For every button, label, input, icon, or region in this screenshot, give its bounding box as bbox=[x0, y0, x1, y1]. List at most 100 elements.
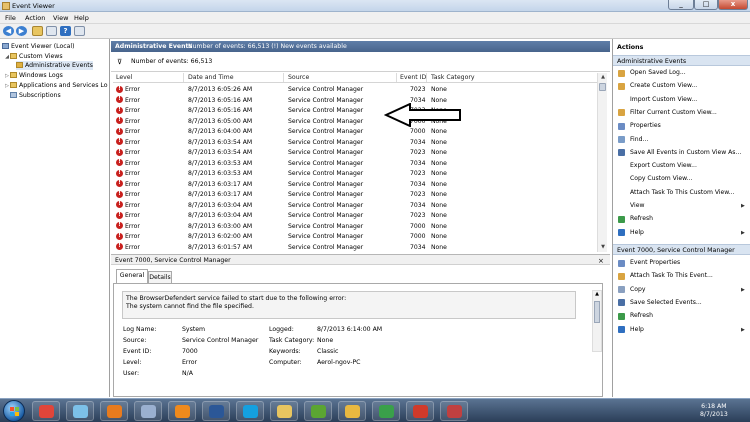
vlc-app[interactable] bbox=[168, 401, 196, 421]
action-open-saved-log[interactable]: Open Saved Log... bbox=[613, 68, 750, 78]
forward-icon[interactable]: ▶ bbox=[16, 26, 27, 36]
firefox-app[interactable] bbox=[100, 401, 128, 421]
action-properties[interactable]: Properties bbox=[613, 121, 750, 131]
action-help[interactable]: Help ▶ bbox=[613, 325, 750, 335]
table-row[interactable]: ! Error 8/7/2013 6:03:17 AM Service Control… bbox=[113, 179, 597, 190]
table-row[interactable]: ! Error 8/7/2013 6:03:53 AM Service Control… bbox=[113, 158, 597, 169]
explorer-app[interactable] bbox=[270, 401, 298, 421]
sticky-notes-app[interactable] bbox=[66, 401, 94, 421]
menu-help[interactable]: Help bbox=[74, 14, 89, 22]
table-row[interactable]: ! Error 8/7/2013 6:05:26 AM Service Control… bbox=[113, 84, 597, 95]
table-row[interactable]: ! Error 8/7/2013 6:05:00 AM Service Control… bbox=[113, 116, 597, 127]
action-refresh[interactable]: Refresh bbox=[613, 311, 750, 321]
action-export-custom-view[interactable]: Export Custom View... bbox=[613, 161, 750, 171]
minimize-button[interactable]: _ bbox=[668, 0, 694, 10]
table-row[interactable]: ! Error 8/7/2013 6:03:17 AM Service Control… bbox=[113, 189, 597, 200]
action-import-custom-view[interactable]: Import Custom View... bbox=[613, 95, 750, 105]
toolbox-app[interactable] bbox=[440, 401, 468, 421]
filter-icon bbox=[618, 109, 625, 117]
detail-scroll-thumb[interactable] bbox=[594, 301, 600, 323]
column-date-time[interactable]: Date and Time bbox=[188, 74, 234, 81]
tree-item-windows-logs[interactable]: ▷ Windows Logs bbox=[4, 71, 63, 80]
table-row[interactable]: ! Error 8/7/2013 6:03:00 AM Service Control… bbox=[113, 221, 597, 232]
properties-icon[interactable] bbox=[46, 26, 57, 36]
cell-event-id: 7000 bbox=[410, 222, 426, 230]
actions-section-event[interactable]: Event 7000, Service Control Manager bbox=[613, 244, 750, 255]
action-save-all-events-in-custom-view-as[interactable]: Save All Events in Custom View As... bbox=[613, 148, 750, 158]
table-row[interactable]: ! Error 8/7/2013 6:02:00 AM Service Control… bbox=[113, 231, 597, 242]
action-view[interactable]: View ▶ bbox=[613, 201, 750, 211]
scroll-up-arrow[interactable]: ▲ bbox=[598, 73, 608, 82]
action-attach-task-to-this-event[interactable]: Attach Task To This Event... bbox=[613, 271, 750, 281]
action-help[interactable]: Help ▶ bbox=[613, 228, 750, 238]
scroll-thumb[interactable] bbox=[599, 83, 606, 91]
detail-scroll-up-arrow[interactable]: ▲ bbox=[593, 291, 601, 299]
scroll-down-arrow[interactable]: ▼ bbox=[598, 243, 608, 252]
system-clock[interactable]: 6:18 AM 8/7/2013 bbox=[700, 403, 728, 419]
action-label: View bbox=[630, 202, 645, 209]
tree-item-event-viewer-local[interactable]: Event Viewer (Local) bbox=[2, 42, 75, 51]
error-icon: ! bbox=[116, 138, 123, 145]
event-list-scrollbar[interactable]: ▲ ▼ bbox=[597, 73, 607, 252]
tree-item-custom-views[interactable]: ◢ Custom Views bbox=[4, 52, 63, 61]
chrome-app[interactable] bbox=[32, 401, 60, 421]
network-app[interactable] bbox=[134, 401, 162, 421]
column-source[interactable]: Source bbox=[288, 74, 309, 81]
utorrent-app[interactable] bbox=[304, 401, 332, 421]
start-button[interactable] bbox=[3, 400, 25, 422]
title-bar[interactable]: Event Viewer _ □ x bbox=[0, 0, 750, 12]
action-filter-current-custom-view[interactable]: Filter Current Custom View... bbox=[613, 108, 750, 118]
action-attach-task-to-this-custom-view[interactable]: Attach Task To This Custom View... bbox=[613, 188, 750, 198]
action-copy-custom-view[interactable]: Copy Custom View... bbox=[613, 174, 750, 184]
tree-item-subscriptions[interactable]: Subscriptions bbox=[10, 91, 61, 100]
table-row[interactable]: ! Error 8/7/2013 6:04:00 AM Service Control… bbox=[113, 126, 597, 137]
maximize-button[interactable]: □ bbox=[694, 0, 718, 10]
menu-view[interactable]: View bbox=[53, 14, 68, 22]
column-task-category[interactable]: Task Category bbox=[431, 74, 475, 81]
action-refresh[interactable]: Refresh bbox=[613, 214, 750, 224]
skype-app[interactable] bbox=[236, 401, 264, 421]
error-icon: ! bbox=[116, 148, 123, 156]
cell-task-category: None bbox=[431, 191, 447, 198]
cell-task-category: None bbox=[431, 159, 447, 167]
tab-details[interactable]: Details bbox=[148, 271, 172, 283]
vlc-app-icon bbox=[175, 405, 190, 418]
export-icon bbox=[618, 163, 625, 170]
back-icon[interactable]: ◀ bbox=[3, 26, 14, 36]
filter-icon[interactable]: ⊽ bbox=[117, 58, 122, 66]
action-copy[interactable]: Copy ▶ bbox=[613, 285, 750, 295]
table-row[interactable]: ! Error 8/7/2013 6:03:04 AM Service Control… bbox=[113, 200, 597, 211]
column-level[interactable]: Level bbox=[116, 74, 132, 81]
column-event-id[interactable]: Event ID bbox=[400, 74, 426, 81]
media-app[interactable] bbox=[406, 401, 434, 421]
table-row[interactable]: ! Error 8/7/2013 6:05:16 AM Service Control… bbox=[113, 95, 597, 106]
field-value: Classic bbox=[317, 348, 339, 355]
help-icon[interactable]: ? bbox=[60, 26, 71, 36]
action-event-properties[interactable]: Event Properties bbox=[613, 258, 750, 268]
table-row[interactable]: ! Error 8/7/2013 6:05:16 AM Service Control… bbox=[113, 105, 597, 116]
table-row[interactable]: ! Error 8/7/2013 6:03:53 AM Service Control… bbox=[113, 168, 597, 179]
close-detail-icon[interactable]: × bbox=[598, 257, 604, 265]
table-row[interactable]: ! Error 8/7/2013 6:01:57 AM Service Control… bbox=[113, 242, 597, 253]
photo-app[interactable] bbox=[338, 401, 366, 421]
table-row[interactable]: ! Error 8/7/2013 6:03:04 AM Service Control… bbox=[113, 210, 597, 221]
menu-file[interactable]: File bbox=[5, 14, 16, 22]
action-find[interactable]: Find... bbox=[613, 135, 750, 145]
console-icon[interactable] bbox=[74, 26, 85, 36]
action-save-selected-events[interactable]: Save Selected Events... bbox=[613, 298, 750, 308]
word-app[interactable] bbox=[202, 401, 230, 421]
cell-source: Service Control Manager bbox=[288, 86, 364, 93]
table-row[interactable]: ! Error 8/7/2013 6:03:54 AM Service Control… bbox=[113, 147, 597, 158]
table-row[interactable]: ! Error 8/7/2013 6:03:54 AM Service Control… bbox=[113, 137, 597, 148]
close-button[interactable]: x bbox=[718, 0, 748, 10]
greenshot-app[interactable] bbox=[372, 401, 400, 421]
detail-scrollbar[interactable]: ▲ bbox=[592, 290, 602, 352]
menu-action[interactable]: Action bbox=[25, 14, 45, 22]
tree-item-administrative-events[interactable]: Administrative Events bbox=[16, 61, 93, 70]
tree-item-applications-services[interactable]: ▷ Applications and Services Lo bbox=[4, 81, 108, 90]
action-create-custom-view[interactable]: Create Custom View... bbox=[613, 81, 750, 91]
tab-general[interactable]: General bbox=[116, 269, 148, 283]
folder-icon[interactable] bbox=[32, 26, 43, 36]
view-title: Administrative Events bbox=[115, 43, 193, 50]
actions-section-administrative-events[interactable]: Administrative Events bbox=[613, 55, 750, 66]
